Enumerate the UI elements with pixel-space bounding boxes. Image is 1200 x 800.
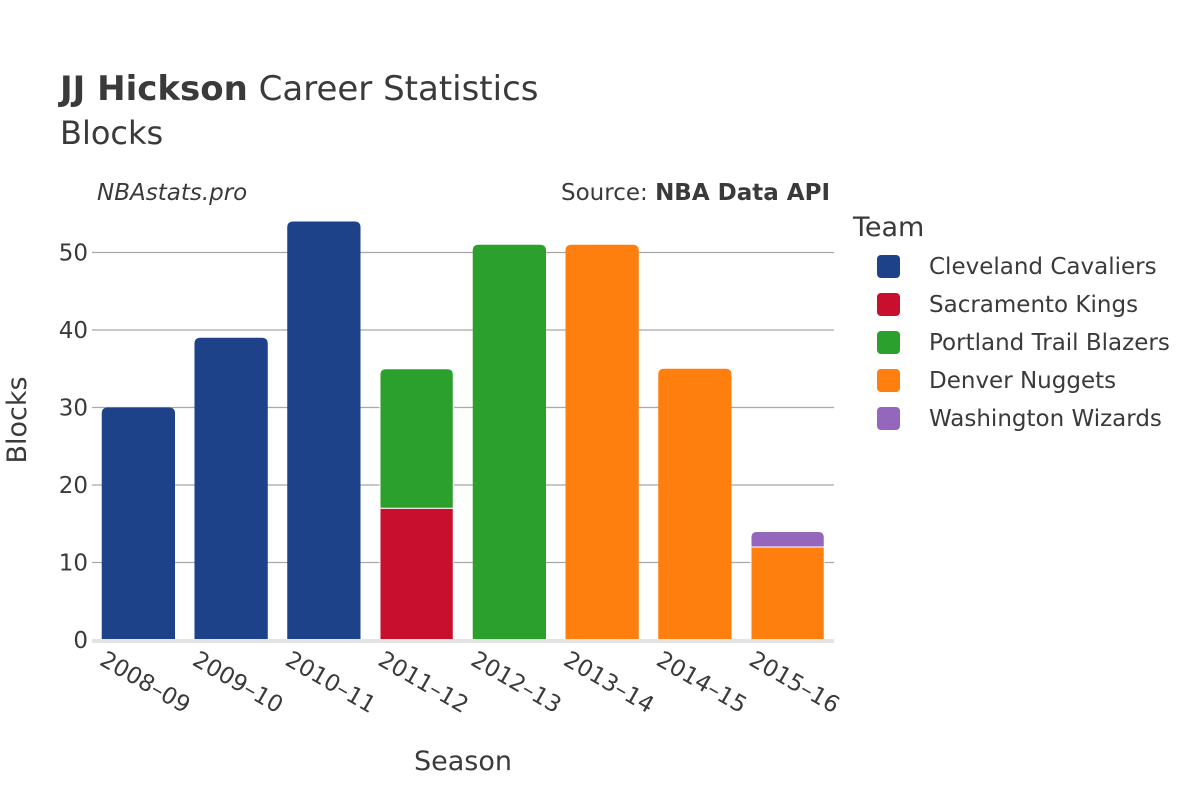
bar-cleveland-cavaliers-2008–09 <box>101 407 176 640</box>
title-suffix: Career Statistics <box>248 69 539 109</box>
y-tick-label: 20 <box>59 473 88 499</box>
bar-denver-nuggets-2015–16 <box>750 546 825 641</box>
chart: JJ Hickson Career Statistics Blocks NBAs… <box>2 69 1170 777</box>
legend-swatch <box>877 255 900 278</box>
bar-portland-trail-blazers-2012–13 <box>472 244 547 640</box>
chart-title: JJ Hickson Career Statistics <box>58 69 539 109</box>
x-tick-label: 2011–12 <box>374 647 473 719</box>
bar-washington-wizards-2015–16 <box>750 531 825 548</box>
legend-swatch <box>877 331 900 354</box>
x-axis-ticks: 2008–092009–102010–112011–122012–132013–… <box>95 647 843 719</box>
x-tick-label: 2008–09 <box>95 647 194 719</box>
x-axis-label: Season <box>414 746 512 777</box>
legend-title: Team <box>852 212 924 243</box>
legend-swatch <box>877 293 900 316</box>
y-tick-label: 30 <box>59 396 88 422</box>
bar-cleveland-cavaliers-2009–10 <box>194 337 268 640</box>
bar-sacramento-kings-2011–12 <box>379 507 454 641</box>
y-axis-ticks: 0 10 20 30 40 50 <box>59 241 88 655</box>
bar-cleveland-cavaliers-2010–11 <box>287 221 361 640</box>
bars <box>101 221 825 641</box>
bar-denver-nuggets-2013–14 <box>565 244 639 640</box>
x-tick-label: 2013–14 <box>559 647 658 719</box>
legend-item-label: Portland Trail Blazers <box>929 330 1170 356</box>
bar-denver-nuggets-2014–15 <box>658 368 732 640</box>
x-tick-label: 2009–10 <box>188 647 287 719</box>
legend-item-label: Cleveland Cavaliers <box>929 254 1157 280</box>
y-tick-label: 40 <box>59 318 88 344</box>
legend-swatch <box>877 369 900 392</box>
x-tick-label: 2015–16 <box>745 647 844 719</box>
x-tick-label: 2012–13 <box>466 647 565 719</box>
player-name: JJ Hickson <box>58 69 248 109</box>
legend-item-label: Washington Wizards <box>929 406 1162 432</box>
source-name: NBA Data API <box>655 180 830 206</box>
y-tick-label: 50 <box>59 241 88 267</box>
y-tick-label: 10 <box>59 551 88 577</box>
y-tick-label: 0 <box>73 628 88 654</box>
legend-item-label: Denver Nuggets <box>929 368 1116 394</box>
legend: Team Cleveland Cavaliers Sacramento Kings… <box>852 212 1170 432</box>
legend-swatch <box>877 407 900 430</box>
legend-item-label: Sacramento Kings <box>929 292 1138 318</box>
chart-subtitle: Blocks <box>60 114 163 152</box>
bar-portland-trail-blazers-2011–12 <box>379 368 454 509</box>
x-tick-label: 2014–15 <box>652 647 751 719</box>
source-prefix: Source: <box>561 180 655 206</box>
site-credit: NBAstats.pro <box>97 180 247 206</box>
x-tick-label: 2010–11 <box>281 647 380 719</box>
y-axis-label: Blocks <box>2 376 33 463</box>
source-credit: Source: NBA Data API <box>561 180 830 206</box>
